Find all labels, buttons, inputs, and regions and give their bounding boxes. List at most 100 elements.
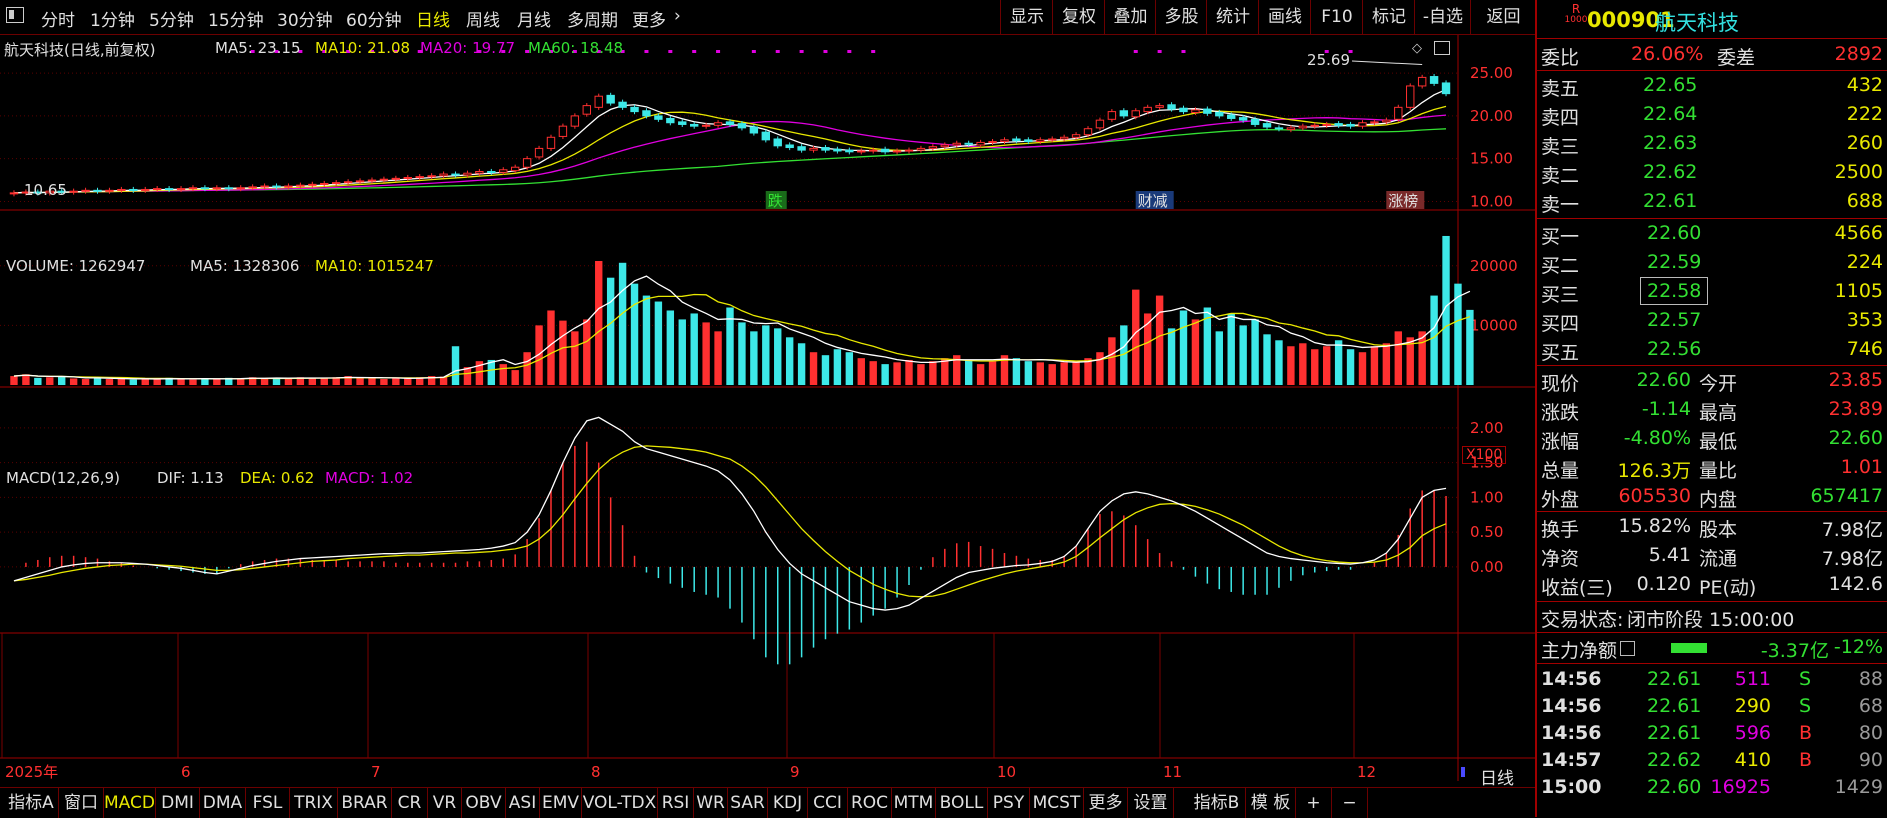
volume-bar bbox=[81, 379, 90, 385]
candle bbox=[331, 182, 341, 185]
candle bbox=[1298, 125, 1308, 129]
indicator-tab-21[interactable]: BOLL bbox=[936, 788, 988, 818]
indicator-tab-24[interactable]: 更多 bbox=[1084, 788, 1128, 818]
toolbar-button-3[interactable]: 多股 bbox=[1155, 0, 1207, 34]
candle bbox=[582, 105, 591, 115]
period-tab-10[interactable]: 更多 bbox=[632, 6, 666, 31]
volume-bar bbox=[1275, 340, 1283, 385]
toolbar-button-9[interactable]: 返回 bbox=[1470, 0, 1536, 34]
period-tab-5[interactable]: 60分钟 bbox=[346, 6, 402, 31]
period-tab-7[interactable]: 周线 bbox=[466, 6, 500, 31]
period-label: 日线 bbox=[1480, 769, 1514, 789]
window-toggle-icon[interactable] bbox=[1434, 41, 1450, 55]
period-tab-2[interactable]: 5分钟 bbox=[149, 6, 194, 31]
quote-stat-row: 涨跌 -1.14 最高 23.89 bbox=[1541, 398, 1883, 424]
volume-bar bbox=[1179, 310, 1188, 385]
tick-row: 14:57 22.62 410 B 90 bbox=[1541, 749, 1883, 771]
indicator-tab-29[interactable]: − bbox=[1332, 788, 1368, 818]
candle bbox=[928, 146, 938, 149]
indicator-tab-11[interactable]: ASI bbox=[506, 788, 540, 818]
indicator-tab-16[interactable]: SAR bbox=[728, 788, 768, 818]
toolbar-button-2[interactable]: 叠加 bbox=[1104, 0, 1156, 34]
candle bbox=[1358, 122, 1367, 127]
indicator-tab-28[interactable]: + bbox=[1296, 788, 1332, 818]
toolbar-button-0[interactable]: 显示 bbox=[1000, 0, 1053, 34]
candle bbox=[1441, 82, 1451, 95]
candle bbox=[785, 144, 794, 149]
candle bbox=[296, 184, 305, 187]
kline-chart[interactable]: 25.00 20.00 15.00 10.00 25.69 10.65 跌 财减 涨榜 20000… bbox=[0, 35, 1535, 781]
indicator-tab-27[interactable]: 模 板 bbox=[1246, 788, 1296, 818]
volume-bar bbox=[750, 331, 758, 385]
ask-row: 卖三 22.63 260 bbox=[1541, 132, 1883, 158]
toolbar-button-1[interactable]: 复权 bbox=[1052, 0, 1105, 34]
toolbar-button-7[interactable]: 标记 bbox=[1362, 0, 1415, 34]
volume-bar bbox=[392, 377, 400, 385]
volume-bar bbox=[642, 295, 651, 385]
indicator-tab-1[interactable]: 窗口 bbox=[59, 788, 104, 818]
indicator-tab-2[interactable]: MACD bbox=[104, 788, 156, 818]
indicator-tab-18[interactable]: CCI bbox=[808, 788, 848, 818]
more-chevron-icon[interactable]: › bbox=[674, 6, 681, 26]
indicator-tab-9[interactable]: VR bbox=[428, 788, 462, 818]
candle bbox=[845, 149, 854, 153]
period-tab-6[interactable]: 日线 bbox=[416, 6, 450, 31]
indicator-tab-25[interactable]: 设置 bbox=[1128, 788, 1174, 818]
indicator-tab-17[interactable]: KDJ bbox=[768, 788, 808, 818]
volume-bar bbox=[69, 378, 78, 385]
indicator-tab-6[interactable]: TRIX bbox=[290, 788, 338, 818]
indicator-tab-7[interactable]: BRAR bbox=[338, 788, 392, 818]
flow-bar bbox=[1671, 643, 1707, 653]
candle bbox=[236, 187, 245, 190]
period-tab-4[interactable]: 30分钟 bbox=[277, 6, 333, 31]
signal-dot bbox=[1133, 50, 1138, 53]
period-tab-0[interactable]: 分时 bbox=[41, 6, 75, 31]
volume-bar bbox=[1167, 328, 1176, 385]
period-tab-8[interactable]: 月线 bbox=[517, 6, 551, 31]
indicator-tab-0[interactable]: 指标A bbox=[4, 788, 59, 818]
period-tab-9[interactable]: 多周期 bbox=[567, 6, 618, 31]
tick-row: 15:00 22.60 16925 1429 bbox=[1541, 776, 1883, 798]
signal-dot bbox=[751, 50, 756, 53]
indicator-tab-3[interactable]: DMI bbox=[156, 788, 200, 818]
period-tab-3[interactable]: 15分钟 bbox=[208, 6, 264, 31]
indicator-tab-13[interactable]: VOL-TDX bbox=[582, 788, 658, 818]
candle bbox=[439, 173, 448, 177]
dif-label: DIF: 1.13 bbox=[157, 469, 224, 487]
volume-bar bbox=[905, 359, 913, 385]
candle bbox=[869, 149, 878, 152]
volume-bar bbox=[93, 377, 102, 385]
indicator-tab-26[interactable]: 指标B bbox=[1188, 788, 1246, 818]
indicator-tab-14[interactable]: RSI bbox=[658, 788, 694, 818]
indicator-tab-12[interactable]: EMV bbox=[540, 788, 582, 818]
toolbar-button-4[interactable]: 统计 bbox=[1206, 0, 1259, 34]
time-axis-label: 8 bbox=[591, 763, 601, 781]
time-axis-label: 6 bbox=[181, 763, 191, 781]
indicator-tab-22[interactable]: PSY bbox=[988, 788, 1030, 818]
bid-row: 买四 22.57 353 bbox=[1541, 309, 1883, 335]
period-tab-1[interactable]: 1分钟 bbox=[90, 6, 135, 31]
toolbar-button-6[interactable]: F10 bbox=[1310, 0, 1363, 34]
ask-row: 卖四 22.64 222 bbox=[1541, 103, 1883, 129]
toolbar-menu-icon[interactable] bbox=[6, 7, 24, 23]
indicator-tab-15[interactable]: WR bbox=[694, 788, 728, 818]
flow-detail-icon[interactable] bbox=[1620, 641, 1635, 656]
indicator-tab-8[interactable]: CR bbox=[392, 788, 428, 818]
indicator-tab-5[interactable]: FSL bbox=[246, 788, 290, 818]
toolbar-button-5[interactable]: 画线 bbox=[1258, 0, 1311, 34]
indicator-tab-4[interactable]: DMA bbox=[200, 788, 246, 818]
indicator-tab-19[interactable]: ROC bbox=[848, 788, 892, 818]
volume-bar bbox=[654, 301, 663, 385]
indicator-tab-20[interactable]: MTM bbox=[892, 788, 936, 818]
indicator-tab-23[interactable]: MCST bbox=[1030, 788, 1084, 818]
volume-bar bbox=[964, 359, 973, 385]
volume-bar bbox=[1263, 334, 1271, 385]
collapse-icon[interactable]: ◇ bbox=[1412, 41, 1422, 56]
volume-bar bbox=[833, 349, 842, 385]
volume-bar bbox=[893, 362, 901, 385]
volume-bar bbox=[141, 379, 149, 385]
volume-bar bbox=[1334, 340, 1343, 385]
toolbar-button-8[interactable]: -自选 bbox=[1414, 0, 1471, 34]
candle bbox=[415, 176, 424, 179]
indicator-tab-10[interactable]: OBV bbox=[462, 788, 506, 818]
